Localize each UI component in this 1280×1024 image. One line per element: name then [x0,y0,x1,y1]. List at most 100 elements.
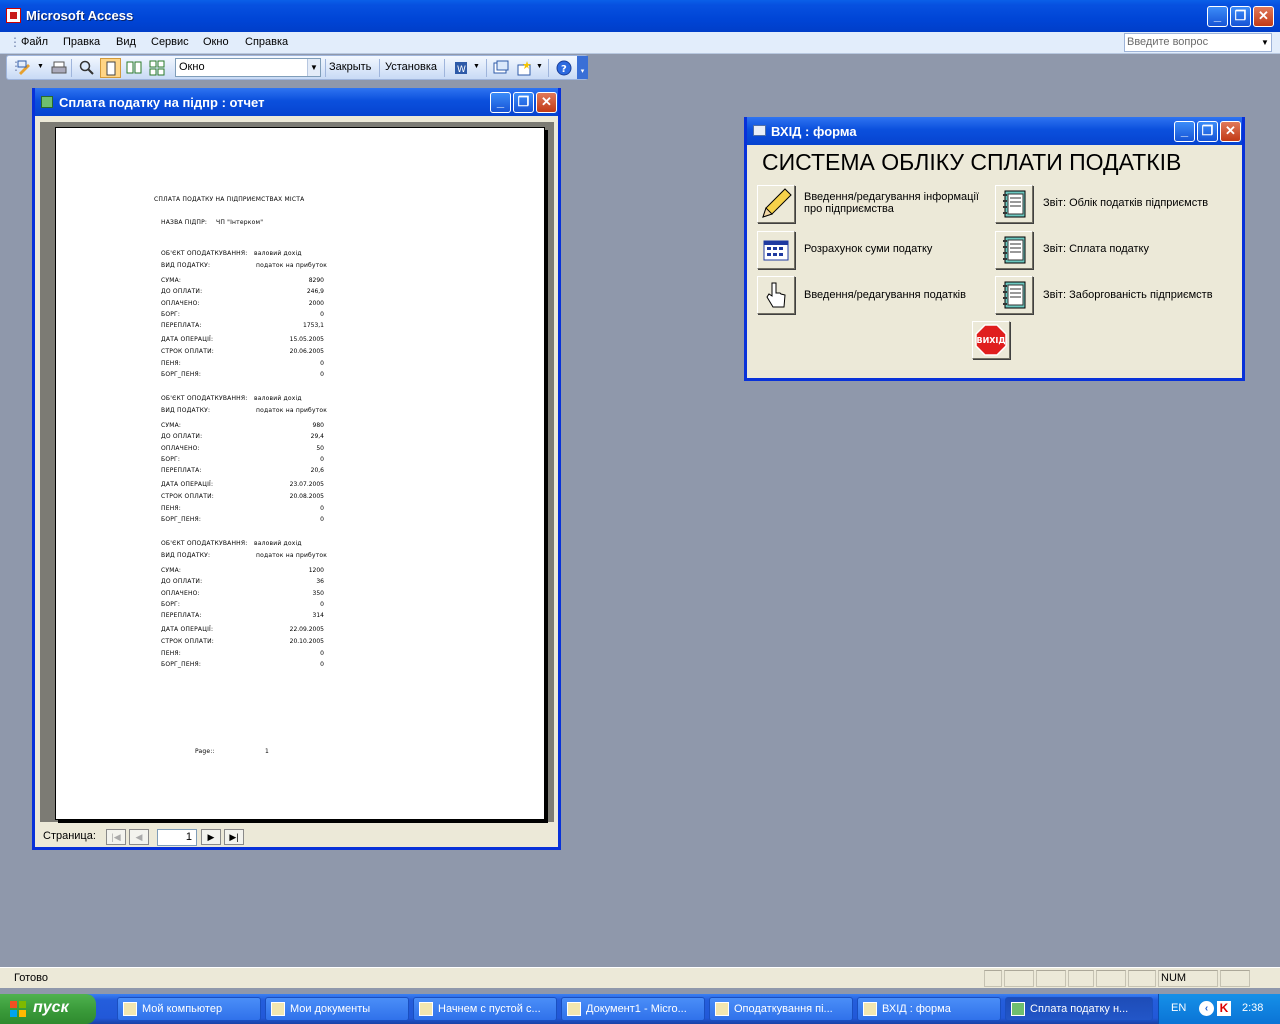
print-icon[interactable] [51,60,67,76]
chevron-down-icon[interactable]: ▼ [307,59,320,76]
start-button[interactable]: пуск [0,994,96,1024]
record-value-to-pay: 36 [316,578,324,585]
menu-edit[interactable]: Правка [63,36,100,48]
record-value-debt: 0 [320,311,324,318]
record-value-paid: 50 [316,445,324,452]
num-lock-indicator: NUM [1158,970,1218,987]
record-label-overpay: ПЕРЕПЛАТА: [161,612,202,619]
design-view-dropdown-icon[interactable]: ▼ [37,63,44,70]
menu-help[interactable]: Справка [245,36,288,48]
task-word-blank[interactable]: Начнем с пустой с... [413,997,557,1021]
prev-page-button[interactable]: ◀ [129,829,149,845]
edit-companies-label: Введення/редагування інформації про підп… [804,191,979,215]
record-value-penalty: 0 [320,360,324,367]
clock[interactable]: 2:38 [1242,1002,1263,1014]
report-heading: СПЛАТА ПОДАТКУ НА ПІДПРИЄМСТВАХ МІСТА [154,196,305,203]
chevron-down-icon[interactable]: ▼ [1259,34,1271,51]
record-label-op-date: ДАТА ОПЕРАЦІЇ: [161,336,214,343]
page-setup-button[interactable]: Установка [385,61,437,73]
form-window-titlebar[interactable]: ВХІД : форма _ ❐ ✕ [747,117,1242,145]
record-label-paid: ОПЛАЧЕНО: [161,300,200,307]
task-report[interactable]: Сплата податку н... [1005,997,1153,1021]
maximize-button[interactable]: ❐ [1230,6,1251,27]
report-preview-area[interactable]: СПЛАТА ПОДАТКУ НА ПІДПРИЄМСТВАХ МІСТА НА… [40,122,554,822]
record-label-tax-type: ВИД ПОДАТКУ: [161,552,211,559]
report-companies-tax-button[interactable] [995,185,1033,223]
report-tax-payment-button[interactable] [995,231,1033,269]
record-label-debt: БОРГ: [161,601,181,608]
record-value-op-date: 22.09.2005 [289,626,324,633]
form-minimize-button[interactable]: _ [1174,121,1195,142]
task-word-document1[interactable]: Документ1 - Micro... [561,997,705,1021]
app-title-bar[interactable]: Microsoft Access _ ❐ ✕ [0,0,1280,32]
two-pages-icon[interactable] [126,60,142,76]
database-window-icon[interactable] [493,60,509,76]
ask-question-placeholder: Введите вопрос [1127,36,1209,48]
taskbar: пуск Мой компьютер Мои документы Начнем … [0,994,1280,1024]
page-number-input[interactable]: 1 [157,829,197,846]
report-window-titlebar[interactable]: Сплата податку на підпр : отчет _ ❐ ✕ [35,88,558,116]
report-icon [41,96,53,108]
edit-taxes-button[interactable] [757,276,795,314]
close-preview-button[interactable]: Закрыть [329,61,371,73]
record-value-sum: 980 [312,422,324,429]
menu-grip-icon[interactable]: ⋮ [9,35,21,49]
next-page-button[interactable]: ▶ [201,829,221,845]
exit-button[interactable]: ВИХІД [972,321,1010,359]
record-label-tax-type: ВИД ПОДАТКУ: [161,262,211,269]
multiple-pages-icon[interactable] [149,60,165,76]
form-close-button[interactable]: ✕ [1220,121,1241,142]
record-label-penalty: ПЕНЯ: [161,650,182,657]
zoom-icon[interactable] [79,60,95,76]
page-footer-label: Page:: [195,748,215,755]
menu-tools[interactable]: Сервис [151,36,189,48]
office-links-dropdown-icon[interactable]: ▼ [473,63,480,70]
last-page-button[interactable]: ▶| [224,829,244,845]
new-object-dropdown-icon[interactable]: ▼ [536,63,543,70]
task-my-computer[interactable]: Мой компьютер [117,997,261,1021]
record-value-due-date: 20.08.2005 [289,493,324,500]
task-my-documents[interactable]: Мои документы [265,997,409,1021]
calculator-icon [763,240,789,261]
record-label-overpay: ПЕРЕПЛАТА: [161,322,202,329]
report-company-debt-button[interactable] [995,276,1033,314]
minimize-button[interactable]: _ [1207,6,1228,27]
language-indicator[interactable]: EN [1171,1002,1186,1014]
record-label-due-date: СТРОК ОПЛАТИ: [161,638,214,645]
access-app-icon[interactable] [6,8,21,23]
task-entry-form[interactable]: ВХІД : форма [857,997,1001,1021]
new-object-icon[interactable] [516,60,532,76]
status-bar: Готово NUM [0,967,1280,988]
record-value-tax-type: податок на прибуток [256,407,328,414]
antivirus-icon[interactable]: K [1217,1001,1231,1016]
show-hidden-icons-icon[interactable]: ‹ [1199,1001,1214,1016]
calculate-tax-button[interactable] [757,231,795,269]
record-value-to-pay: 246,9 [306,288,324,295]
record-label-object: ОБ'ЄКТ ОПОДАТКУВАННЯ: [161,395,248,402]
pencil-icon [762,188,792,218]
zoom-combo[interactable]: Окно ▼ [175,58,321,77]
edit-companies-button[interactable] [757,185,795,223]
task-access-database[interactable]: Оподаткування пі... [709,997,853,1021]
menu-file[interactable]: Файл [21,36,48,48]
stop-sign-icon: ВИХІД [975,324,1007,356]
close-button[interactable]: ✕ [1253,6,1274,27]
toolbar-options-icon[interactable]: ▾ [577,56,588,79]
record-label-to-pay: ДО ОПЛАТИ: [161,288,203,295]
ask-question-input[interactable]: Введите вопрос ▼ [1124,33,1272,52]
report-minimize-button[interactable]: _ [490,92,511,113]
help-icon[interactable]: ? [556,60,572,76]
menu-view[interactable]: Вид [116,36,136,48]
report-maximize-button[interactable]: ❐ [513,92,534,113]
form-maximize-button[interactable]: ❐ [1197,121,1218,142]
first-page-button[interactable]: |◀ [106,829,126,845]
form-window-title: ВХІД : форма [771,124,857,139]
one-page-button[interactable] [100,58,121,78]
form-icon [863,1002,877,1016]
office-links-icon[interactable]: W [453,60,469,76]
record-value-overpay: 20,6 [310,467,324,474]
design-view-icon[interactable] [17,60,33,76]
record-value-tax-type: податок на прибуток [256,262,328,269]
report-close-button[interactable]: ✕ [536,92,557,113]
menu-window[interactable]: Окно [203,36,229,48]
